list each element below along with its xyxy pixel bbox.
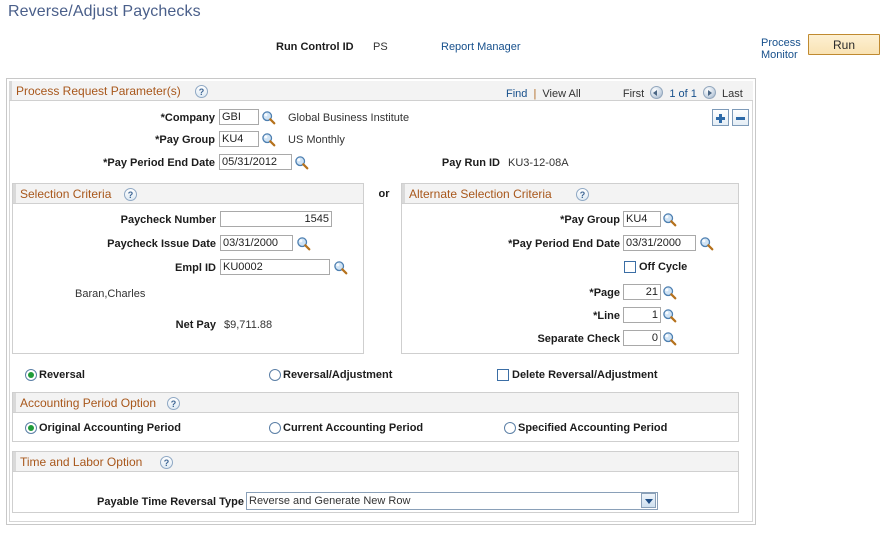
- separate-check-lookup-icon[interactable]: [662, 331, 677, 346]
- add-row-button[interactable]: [712, 109, 729, 126]
- report-manager-link-wrap: Report Manager: [441, 41, 521, 53]
- first-link[interactable]: First: [623, 88, 644, 100]
- original-accounting-period-radio[interactable]: [25, 422, 37, 434]
- company-lookup-icon[interactable]: [261, 110, 276, 125]
- off-cycle-label: Off Cycle: [639, 261, 688, 273]
- selection-criteria-band: Selection Criteria: [13, 184, 363, 204]
- original-accounting-period-label: Original Accounting Period: [39, 422, 181, 434]
- process-monitor-link[interactable]: Process Monitor: [761, 37, 801, 61]
- or-separator: or: [378, 188, 390, 200]
- alt-pay-period-end-date-lookup-icon[interactable]: [699, 236, 714, 251]
- employee-name: Baran,Charles: [75, 288, 146, 300]
- specified-accounting-period-label: Specified Accounting Period: [518, 422, 668, 434]
- help-icon-time-and-labor-option[interactable]: ?: [160, 456, 173, 469]
- company-input[interactable]: [219, 109, 259, 125]
- time-and-labor-option-title: Time and Labor Option: [20, 455, 143, 469]
- run-control-id-value: PS: [373, 41, 388, 53]
- grid-navigation: Find | View All First 1 of 1 Last: [506, 86, 743, 100]
- band-accent: [13, 452, 16, 471]
- company-description: Global Business Institute: [288, 112, 410, 124]
- time-and-labor-option-band: Time and Labor Option: [13, 452, 738, 472]
- payable-time-reversal-type-select[interactable]: Reverse and Generate New Row: [246, 492, 658, 510]
- help-icon-selection-criteria[interactable]: ?: [124, 188, 137, 201]
- paycheck-number-label: Paycheck Number: [120, 214, 216, 226]
- run-control-id-label: Run Control ID: [276, 41, 354, 53]
- help-icon-alternate-selection-criteria[interactable]: ?: [576, 188, 589, 201]
- alt-pay-period-end-date-label: *Pay Period End Date: [508, 238, 620, 250]
- help-icon-accounting-period-option[interactable]: ?: [167, 397, 180, 410]
- page-number-label: *Page: [589, 287, 620, 299]
- empl-id-label: Empl ID: [175, 262, 216, 274]
- report-manager-link[interactable]: Report Manager: [441, 41, 521, 53]
- current-accounting-period-radio[interactable]: [269, 422, 281, 434]
- pay-period-end-date-input[interactable]: [219, 154, 292, 170]
- row-count: 1 of 1: [669, 88, 697, 100]
- band-accent: [9, 81, 12, 100]
- accounting-period-option-title: Accounting Period Option: [20, 396, 157, 410]
- delete-row-button[interactable]: [732, 109, 749, 126]
- current-accounting-period-label: Current Accounting Period: [283, 422, 424, 434]
- line-number-lookup-icon[interactable]: [662, 308, 677, 323]
- band-accent: [402, 184, 405, 203]
- pay-group-input[interactable]: [219, 131, 259, 147]
- delete-reversal-adjustment-checkbox[interactable]: [497, 369, 509, 381]
- pay-group-label: *Pay Group: [155, 134, 215, 146]
- find-link[interactable]: Find: [506, 88, 527, 100]
- alt-pay-group-label: *Pay Group: [560, 214, 620, 226]
- reversal-adjustment-label: Reversal/Adjustment: [283, 369, 393, 381]
- paycheck-issue-date-lookup-icon[interactable]: [296, 236, 311, 251]
- pay-period-end-date-lookup-icon[interactable]: [294, 155, 309, 170]
- pay-run-id-value: KU3-12-08A: [508, 157, 569, 169]
- help-icon-process-request[interactable]: ?: [195, 85, 208, 98]
- process-monitor-link-wrap: Process Monitor: [761, 37, 811, 61]
- pay-group-description: US Monthly: [288, 134, 345, 146]
- band-accent: [13, 393, 16, 412]
- band-accent: [13, 184, 16, 203]
- paycheck-number-input[interactable]: [220, 211, 332, 227]
- net-pay-label: Net Pay: [175, 319, 216, 331]
- view-all-link[interactable]: View All: [542, 88, 580, 100]
- empl-id-input[interactable]: [220, 259, 330, 275]
- pay-group-lookup-icon[interactable]: [261, 132, 276, 147]
- company-label: *Company: [160, 112, 215, 124]
- process-request-parameters-title: Process Request Parameter(s): [16, 84, 181, 98]
- run-button[interactable]: Run: [808, 34, 880, 55]
- alternate-selection-criteria-title: Alternate Selection Criteria: [409, 187, 552, 201]
- alt-pay-group-input[interactable]: [623, 211, 661, 227]
- alt-pay-group-lookup-icon[interactable]: [662, 212, 677, 227]
- next-row-icon[interactable]: [702, 86, 716, 99]
- pay-run-id-label: Pay Run ID: [441, 157, 500, 169]
- alternate-selection-criteria-band: Alternate Selection Criteria: [402, 184, 738, 204]
- paycheck-issue-date-input[interactable]: [220, 235, 293, 251]
- selection-criteria-title: Selection Criteria: [20, 187, 112, 201]
- paycheck-issue-date-label: Paycheck Issue Date: [107, 238, 216, 250]
- separate-check-input[interactable]: [623, 330, 661, 346]
- reverse-adjust-paychecks-page: Reverse/Adjust Paychecks Run Control ID …: [0, 0, 889, 533]
- accounting-period-option-band: Accounting Period Option: [13, 393, 738, 413]
- line-number-label: *Line: [593, 310, 620, 322]
- payable-time-reversal-type-label: Payable Time Reversal Type: [97, 496, 244, 508]
- alt-pay-period-end-date-input[interactable]: [623, 235, 696, 251]
- specified-accounting-period-radio[interactable]: [504, 422, 516, 434]
- page-number-input[interactable]: [623, 284, 661, 300]
- reversal-label: Reversal: [39, 369, 85, 381]
- delete-reversal-adjustment-label: Delete Reversal/Adjustment: [512, 369, 658, 381]
- page-number-lookup-icon[interactable]: [662, 285, 677, 300]
- reversal-radio[interactable]: [25, 369, 37, 381]
- empl-id-lookup-icon[interactable]: [333, 260, 348, 275]
- alternate-selection-criteria-panel: [401, 183, 739, 354]
- page-title: Reverse/Adjust Paychecks: [8, 3, 201, 20]
- separate-check-label: Separate Check: [537, 333, 620, 345]
- net-pay-value: $9,711.88: [224, 319, 273, 331]
- pay-period-end-date-label: *Pay Period End Date: [103, 157, 215, 169]
- previous-row-icon[interactable]: [650, 86, 664, 99]
- off-cycle-checkbox[interactable]: [624, 261, 636, 273]
- line-number-input[interactable]: [623, 307, 661, 323]
- last-link[interactable]: Last: [722, 88, 743, 100]
- nav-separator: |: [533, 88, 537, 100]
- reversal-adjustment-radio[interactable]: [269, 369, 281, 381]
